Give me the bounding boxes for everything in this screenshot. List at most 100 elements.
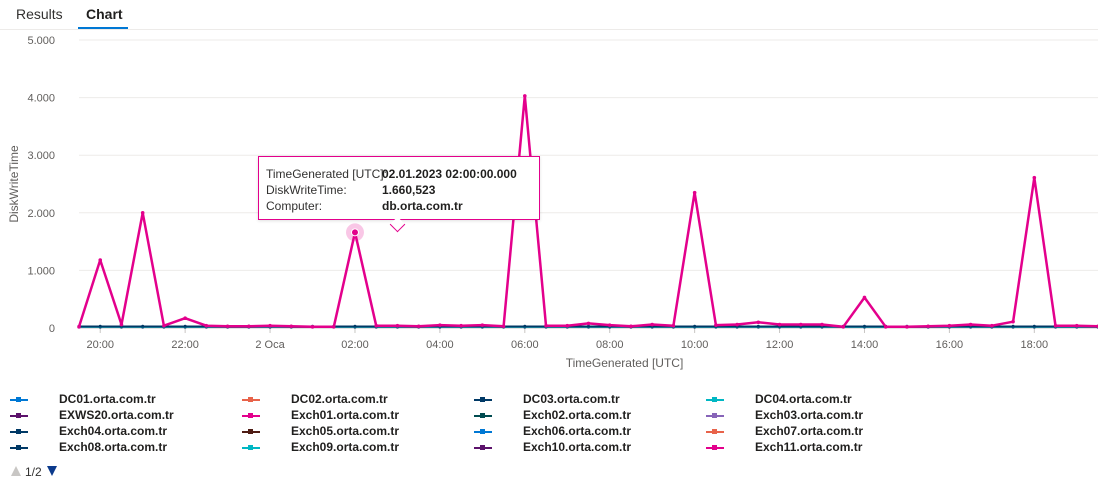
- data-point: [756, 324, 760, 328]
- tooltip-label: Computer:: [266, 199, 323, 213]
- data-point: [947, 323, 952, 328]
- legend-label: Exch08.orta.com.tr: [59, 440, 168, 454]
- legend-label: Exch06.orta.com.tr: [523, 424, 632, 438]
- legend-label: DC01.orta.com.tr: [59, 392, 156, 406]
- data-point: [629, 324, 633, 329]
- data-point: [98, 324, 102, 328]
- legend-label: DC04.orta.com.tr: [755, 392, 852, 406]
- x-tick-label: 14:00: [851, 339, 879, 351]
- y-tick-label: 5.000: [27, 35, 55, 47]
- data-point: [820, 322, 824, 327]
- data-point: [395, 323, 400, 328]
- data-point: [438, 323, 442, 327]
- data-point: [98, 258, 103, 262]
- data-point: [862, 295, 867, 300]
- triangle-up-icon[interactable]: [10, 465, 22, 480]
- data-point: [183, 316, 187, 321]
- series-line: [77, 94, 1098, 329]
- data-point: [119, 322, 124, 327]
- data-point: [1032, 175, 1037, 180]
- legend-marker: [712, 445, 717, 450]
- tooltip-row-computer: Computer: db.orta.com.tr: [266, 198, 532, 214]
- data-point: [140, 211, 145, 215]
- y-tick-label: 4.000: [27, 93, 55, 105]
- legend-label: Exch11.orta.com.tr: [755, 440, 863, 454]
- y-tick-label: 3.000: [27, 150, 55, 162]
- data-point: [926, 324, 930, 329]
- data-point: [905, 325, 909, 329]
- data-point: [883, 325, 888, 329]
- data-point: [1011, 324, 1015, 328]
- legend-marker: [712, 429, 717, 434]
- data-point: [968, 322, 973, 327]
- x-axis-title: TimeGenerated [UTC]: [566, 356, 684, 370]
- data-point: [990, 323, 994, 328]
- legend-label: EXWS20.orta.com.tr: [59, 408, 174, 422]
- legend-marker: [712, 397, 717, 402]
- data-point: [1011, 319, 1015, 324]
- x-tick-label: 12:00: [766, 339, 794, 351]
- tooltip-row-value: DiskWriteTime: 1.660,523: [266, 182, 532, 198]
- data-point: [862, 324, 866, 328]
- tooltip-value: db.orta.com.tr: [382, 199, 463, 213]
- highlighted-data-point: [350, 228, 359, 237]
- y-axis-title: DiskWriteTime: [7, 145, 21, 223]
- data-point: [693, 324, 697, 328]
- legend-marker: [480, 445, 485, 450]
- x-tick-label: 02:00: [341, 339, 369, 351]
- legend-label: Exch10.orta.com.tr: [523, 440, 632, 454]
- data-point: [1053, 323, 1058, 328]
- data-point: [480, 323, 485, 327]
- tooltip-label: DiskWriteTime:: [266, 183, 347, 197]
- tab-results[interactable]: Results: [16, 6, 63, 22]
- x-tick-label: 04:00: [426, 339, 454, 351]
- legend-label: Exch01.orta.com.tr: [291, 408, 400, 422]
- x-tick-label: 10:00: [681, 339, 709, 351]
- legend-label: Exch07.orta.com.tr: [755, 424, 864, 438]
- data-point: [523, 94, 527, 98]
- legend-marker: [16, 445, 21, 450]
- data-point: [289, 324, 294, 329]
- data-point: [1074, 323, 1079, 328]
- legend-marker: [248, 413, 253, 418]
- data-point: [650, 322, 654, 327]
- data-point: [501, 324, 506, 329]
- data-point: [331, 325, 336, 329]
- data-point: [459, 323, 463, 328]
- y-tick-label: 2.000: [27, 208, 55, 220]
- triangle-down-icon[interactable]: [46, 465, 58, 480]
- data-point: [587, 324, 590, 328]
- legend-label: Exch09.orta.com.tr: [291, 440, 400, 454]
- data-point: [225, 324, 230, 329]
- tooltip-row-time: TimeGenerated [UTC]: 02.01.2023 02:00:00…: [266, 166, 532, 182]
- x-tick-label: 22:00: [171, 339, 199, 351]
- data-point: [714, 323, 718, 327]
- x-tick-label: 16:00: [936, 339, 964, 351]
- tooltip-value: 02.01.2023 02:00:00.000: [382, 167, 517, 181]
- chart-tooltip: TimeGenerated [UTC]: 02.01.2023 02:00:00…: [258, 156, 540, 220]
- data-point: [162, 323, 166, 328]
- x-tick-label: 2 Oca: [255, 339, 285, 351]
- legend-label: DC02.orta.com.tr: [291, 392, 388, 406]
- tooltip-value: 1.660,523: [382, 183, 436, 197]
- view-tabs: Results Chart: [0, 0, 1098, 30]
- data-point: [607, 323, 612, 327]
- x-tick-label: 08:00: [596, 339, 624, 351]
- data-point: [268, 323, 272, 328]
- tab-chart[interactable]: Chart: [86, 6, 123, 22]
- x-tick-label: 06:00: [511, 339, 539, 351]
- data-point: [1032, 324, 1036, 328]
- legend-marker: [248, 429, 253, 434]
- data-point: [565, 323, 570, 328]
- data-point: [141, 324, 145, 328]
- data-point: [183, 324, 187, 328]
- legend-marker: [16, 397, 21, 402]
- data-point: [204, 323, 209, 328]
- data-point: [544, 323, 548, 328]
- legend-marker: [16, 429, 21, 434]
- legend-marker: [248, 445, 253, 450]
- legend-marker: [480, 413, 485, 418]
- legend-label: DC03.orta.com.tr: [523, 392, 620, 406]
- y-tick-label: 1.000: [27, 265, 55, 277]
- data-point: [374, 323, 379, 328]
